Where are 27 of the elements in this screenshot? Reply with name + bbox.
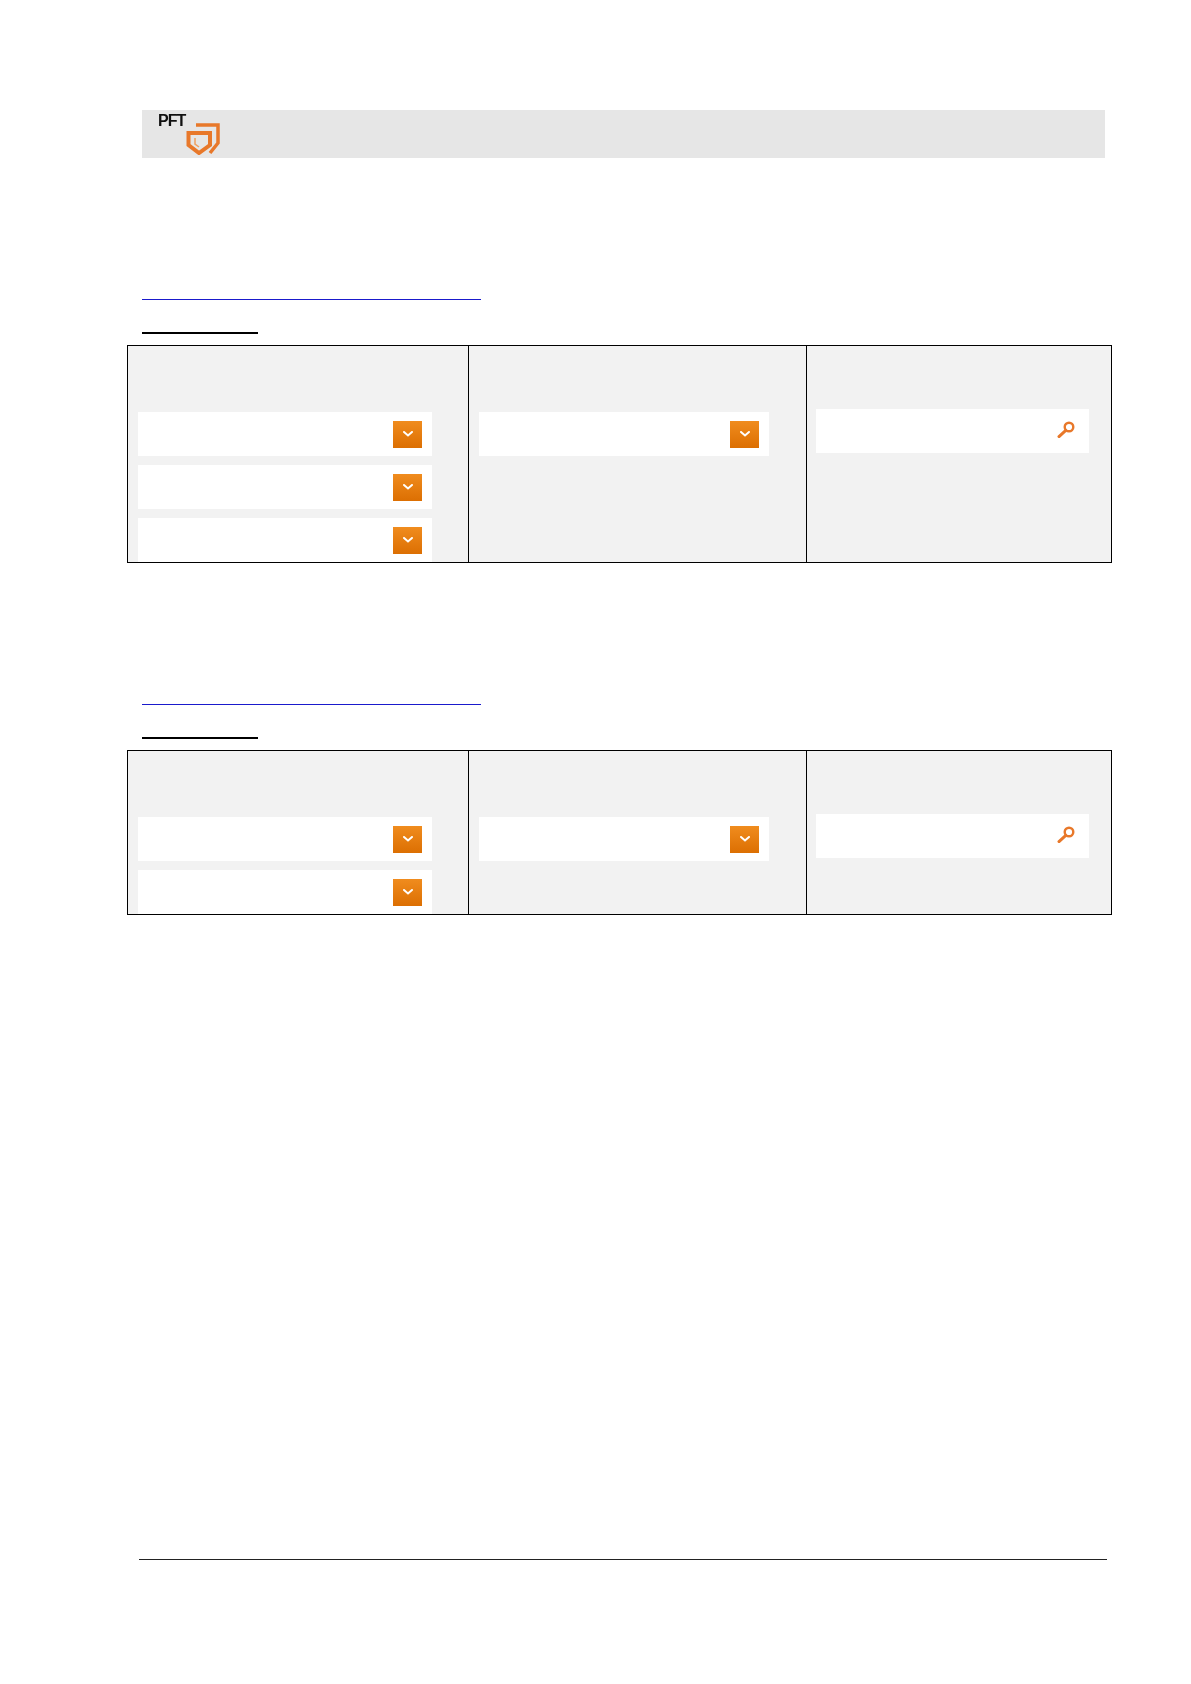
chevron-icon [402, 537, 413, 543]
dropdown-button[interactable] [393, 526, 422, 554]
search-field[interactable] [816, 814, 1089, 858]
dropdown-field[interactable] [479, 412, 769, 456]
dropdown-field[interactable] [138, 817, 432, 861]
dropdown-button[interactable] [730, 825, 759, 853]
search-icon [1057, 826, 1075, 843]
chevron-icon [402, 484, 413, 490]
logo-text: PFT [158, 113, 186, 129]
dropdown-field[interactable] [138, 412, 432, 456]
dropdown-field[interactable] [138, 518, 432, 562]
chevron-icon [402, 431, 413, 437]
dropdown-button[interactable] [393, 473, 422, 501]
dropdown-button[interactable] [393, 825, 422, 853]
dropdown-field[interactable] [479, 817, 769, 861]
chevron-icon [402, 889, 413, 895]
dropdown-field[interactable] [138, 465, 432, 509]
shield-icon [186, 123, 221, 155]
dropdown-button[interactable] [393, 420, 422, 448]
chevron-icon [402, 836, 413, 842]
search-field[interactable] [816, 409, 1089, 453]
dropdown-field[interactable] [138, 870, 432, 914]
chevron-icon [739, 836, 750, 842]
search-icon [1057, 421, 1075, 438]
chevron-icon [739, 431, 750, 437]
dropdown-button[interactable] [730, 420, 759, 448]
dropdown-button[interactable] [393, 878, 422, 906]
